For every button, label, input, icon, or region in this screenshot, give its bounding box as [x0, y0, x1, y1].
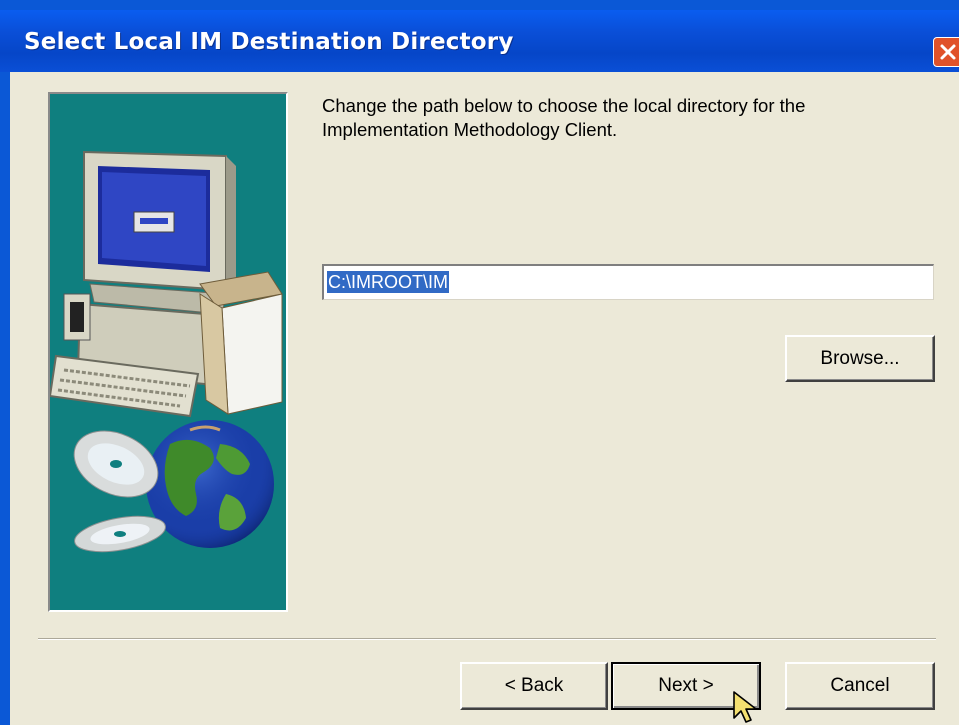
cancel-button[interactable]: Cancel: [785, 662, 935, 710]
footer-separator: [38, 638, 936, 640]
path-value-selected: C:\IMROOT\IM: [327, 271, 449, 293]
close-icon: [940, 44, 956, 60]
description-text: Change the path below to choose the loca…: [322, 95, 806, 140]
back-button[interactable]: < Back: [460, 662, 608, 710]
side-illustration: [48, 92, 288, 612]
next-button-label: Next >: [658, 675, 714, 696]
close-button[interactable]: [933, 37, 959, 67]
cancel-button-label: Cancel: [830, 675, 890, 696]
title-bar[interactable]: Select Local IM Destination Directory: [0, 10, 959, 72]
installer-window: Select Local IM Destination Directory Ch…: [0, 0, 959, 725]
browse-button-label: Browse...: [820, 347, 900, 369]
back-button-label: < Back: [504, 675, 564, 696]
computer-globe-illustration: [50, 150, 283, 553]
destination-path-input[interactable]: C:\IMROOT\IM: [322, 264, 934, 300]
dialog-body: Change the path below to choose the loca…: [10, 72, 959, 725]
browse-button[interactable]: Browse...: [785, 335, 935, 382]
arrow-cursor-icon: [733, 691, 757, 723]
window-title: Select Local IM Destination Directory: [24, 29, 514, 55]
